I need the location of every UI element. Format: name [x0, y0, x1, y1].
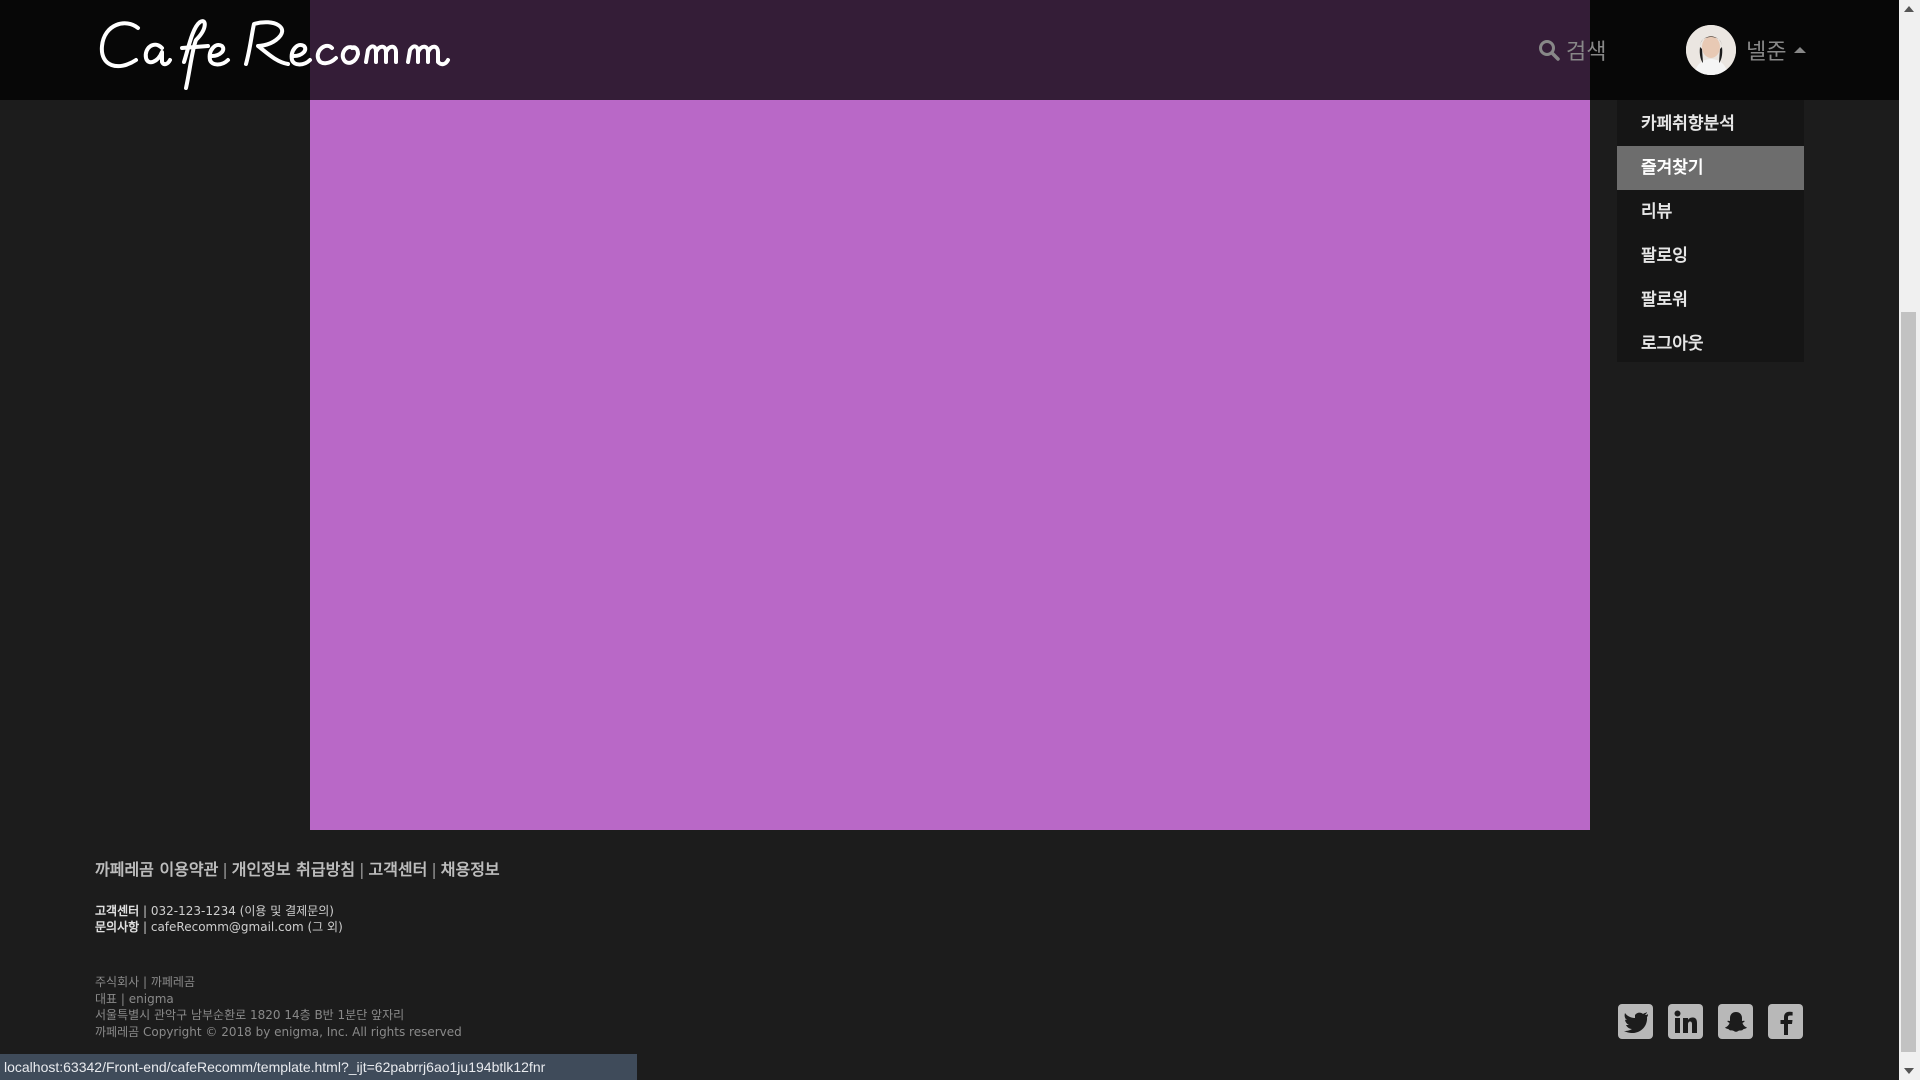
company-name: 주식회사 | 까페레곰 [95, 975, 195, 989]
caret-up-icon [1794, 47, 1807, 53]
social-links [1618, 1004, 1818, 1039]
company-info: 주식회사 | 까페레곰 대표 | enigma 서울특별시 관악구 남부순환로 … [95, 974, 462, 1040]
username: 넬준 [1746, 40, 1787, 65]
search-icon [1539, 40, 1560, 61]
menu-item-reviews[interactable]: 리뷰 [1617, 190, 1804, 234]
twitter-icon[interactable] [1618, 1004, 1653, 1039]
copyright: 까페레곰 Copyright © 2018 by enigma, Inc. Al… [95, 1024, 462, 1039]
footer-link-separator: | [222, 860, 228, 879]
menu-item-following[interactable]: 팔로잉 [1617, 234, 1804, 278]
brand-logo[interactable] [96, 10, 536, 90]
company-address: 서울특별시 관악구 남부순환로 1820 14층 B반 1분단 앞자리 [95, 1008, 405, 1022]
snapchat-icon[interactable] [1718, 1004, 1753, 1039]
cs-label: 고객센터 [95, 904, 140, 918]
search-button[interactable]: 검색 [1538, 34, 1606, 66]
scroll-down-arrow[interactable] [1904, 1068, 1914, 1074]
footer-link-separator: | [359, 860, 365, 879]
footer-link-careers[interactable]: 채용정보 [441, 860, 500, 879]
vertical-scrollbar[interactable] [1899, 0, 1920, 1080]
browser-status-bar: localhost:63342/Front-end/cafeRecomm/tem… [0, 1054, 637, 1080]
scroll-up-arrow[interactable] [1904, 6, 1914, 12]
avatar [1686, 25, 1736, 75]
user-menu-toggle[interactable]: 넬준 [1686, 25, 1807, 75]
scroll-thumb[interactable] [1901, 312, 1916, 1052]
facebook-icon[interactable] [1768, 1004, 1803, 1039]
inquiry-label: 문의사항 [95, 920, 140, 934]
footer-link-terms[interactable]: 까페레곰 이용약관 [95, 860, 218, 879]
footer-link-support[interactable]: 고객센터 [368, 860, 427, 879]
footer-links: 까페레곰 이용약관 | 개인정보 취급방침 | 고객센터 | 채용정보 [95, 856, 500, 880]
footer-link-separator: | [431, 860, 437, 879]
menu-item-cafe-taste-analysis[interactable]: 카페취향분석 [1617, 102, 1804, 146]
header: 검색 넬준 [0, 0, 1899, 100]
linkedin-icon[interactable] [1668, 1004, 1703, 1039]
user-dropdown-menu: 카페취향분석 즐겨찾기 리뷰 팔로잉 팔로워 로그아웃 [1617, 100, 1804, 362]
inquiry-value: | cafeRecomm@gmail.com (그 외) [143, 920, 343, 934]
contact-info: 고객센터 | 032-123-1234 (이용 및 결제문의) 문의사항 | c… [95, 903, 343, 935]
content-panel [310, 0, 1590, 830]
search-label: 검색 [1566, 40, 1607, 65]
menu-item-logout[interactable]: 로그아웃 [1617, 322, 1804, 366]
menu-item-followers[interactable]: 팔로워 [1617, 278, 1804, 322]
menu-item-favorites[interactable]: 즐겨찾기 [1617, 146, 1804, 190]
cs-value: | 032-123-1234 (이용 및 결제문의) [143, 904, 334, 918]
footer: 까페레곰 이용약관 | 개인정보 취급방침 | 고객센터 | 채용정보 고객센터 | 032… [0, 830, 1899, 1080]
footer-link-privacy[interactable]: 개인정보 취급방침 [232, 860, 355, 879]
company-ceo: 대표 | enigma [95, 991, 174, 1006]
